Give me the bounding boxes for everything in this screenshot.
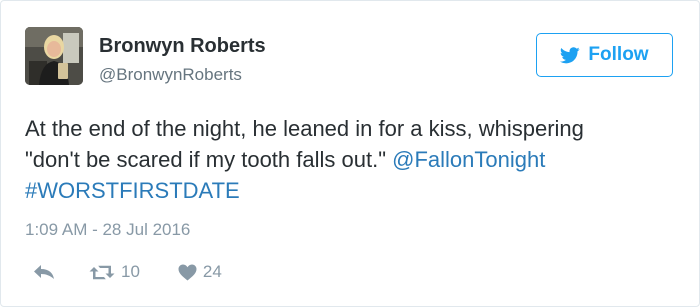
retweet-icon <box>89 264 115 281</box>
mention-link[interactable]: @FallonTonight <box>392 147 545 172</box>
follow-label: Follow <box>588 44 649 65</box>
hashtag-link[interactable]: #WORSTFIRSTDATE <box>25 178 240 203</box>
avatar-photo <box>25 27 83 85</box>
reply-button[interactable] <box>33 264 55 280</box>
tweet-text: At the end of the night, he leaned in fo… <box>25 113 675 206</box>
author-handle[interactable]: @BronwynRoberts <box>99 65 242 85</box>
like-button[interactable]: 24 <box>178 262 222 282</box>
tweet-timestamp[interactable]: 1:09 AM - 28 Jul 2016 <box>25 220 190 240</box>
tweet-line-2-text: "don't be scared if my tooth falls out." <box>25 147 387 172</box>
tweet-line-3: #WORSTFIRSTDATE <box>25 175 675 206</box>
tweet-line-1: At the end of the night, he leaned in fo… <box>25 116 584 141</box>
avatar[interactable] <box>25 27 83 85</box>
heart-icon <box>178 264 197 281</box>
retweet-count: 10 <box>121 262 140 281</box>
reply-icon <box>33 264 55 280</box>
author-name[interactable]: Bronwyn Roberts <box>99 35 266 58</box>
follow-button[interactable]: Follow <box>536 33 673 77</box>
like-count: 24 <box>202 262 222 281</box>
twitter-bird-icon <box>560 46 581 64</box>
tweet-actions: 10 24 <box>33 260 222 284</box>
tweet-card: Bronwyn Roberts @BronwynRoberts Follow A… <box>0 0 700 307</box>
retweet-button[interactable]: 10 <box>89 262 140 282</box>
tweet-line-2: "don't be scared if my tooth falls out."… <box>25 144 675 175</box>
